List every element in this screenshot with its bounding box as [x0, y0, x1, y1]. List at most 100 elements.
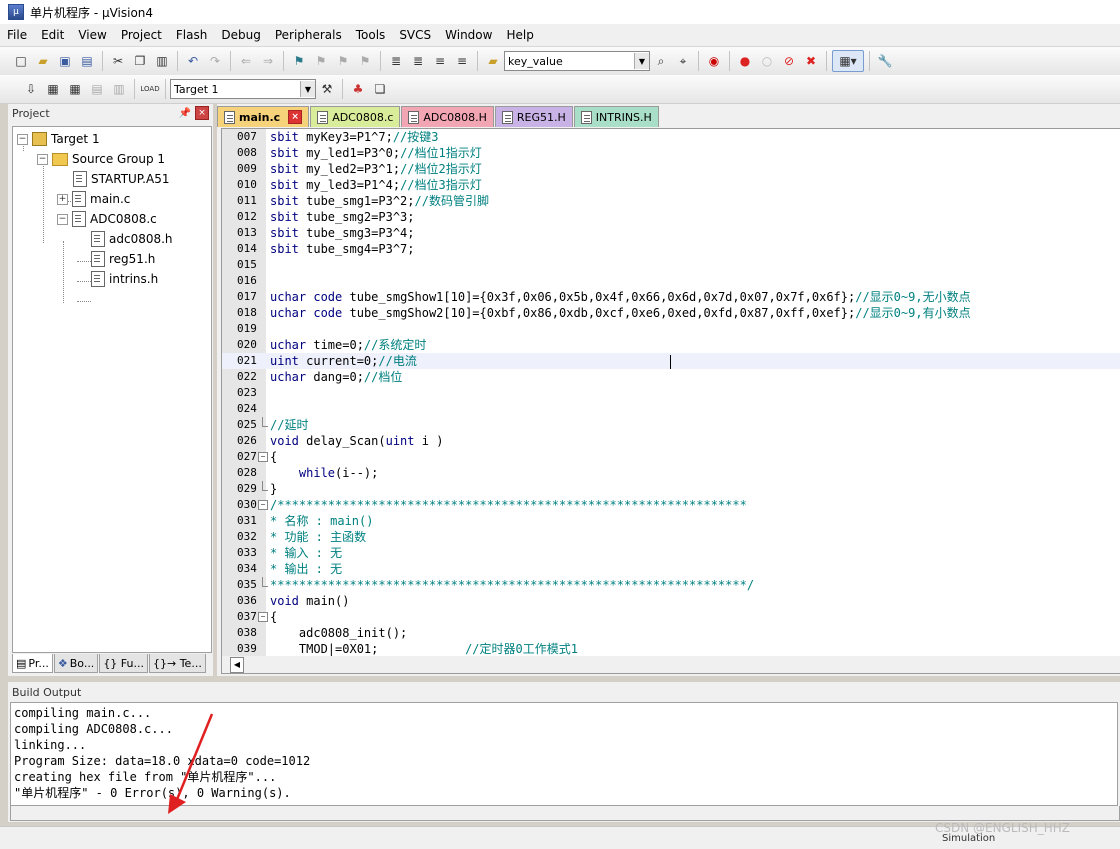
code-line[interactable]: 018 uchar code tube_smgShow2[10]={0xbf,0x… — [222, 305, 1120, 321]
code-line[interactable]: 025 //延时 — [222, 417, 1120, 433]
bookmark-icon[interactable]: ⚑ — [289, 51, 309, 71]
horizontal-scrollbar[interactable]: ◀ — [221, 656, 1120, 674]
stop-build-icon[interactable]: ▥ — [109, 79, 129, 99]
unindent-icon[interactable]: ≣ — [408, 51, 428, 71]
menu-window[interactable]: Window — [438, 28, 499, 42]
code-line[interactable]: 009 sbit my_led2=P3^1;//档位2指示灯 — [222, 161, 1120, 177]
fold-toggle-icon[interactable]: − — [258, 500, 268, 510]
code-line[interactable]: 032 * 功能 : 主函数 — [222, 529, 1120, 545]
code-line[interactable]: 023 — [222, 385, 1120, 401]
chevron-down-icon[interactable]: ▼ — [300, 81, 315, 97]
tree-item-adc0808-h[interactable]: adc0808.h — [91, 229, 173, 249]
undo-icon[interactable]: ↶ — [183, 51, 203, 71]
collapse-icon[interactable]: − — [17, 133, 28, 145]
fold-toggle-icon[interactable]: − — [258, 452, 268, 462]
target-select[interactable]: Target 1 ▼ — [170, 79, 316, 99]
download-load-icon[interactable]: LOAD — [140, 79, 160, 99]
code-line[interactable]: 034 * 输出 : 无 — [222, 561, 1120, 577]
code-line[interactable]: 014 sbit tube_smg4=P3^7; — [222, 241, 1120, 257]
redo-icon[interactable]: ↷ — [205, 51, 225, 71]
menu-file[interactable]: File — [0, 28, 34, 42]
rebuild-icon[interactable]: ▦ — [65, 79, 85, 99]
clear-bookmarks-icon[interactable]: ⚑ — [355, 51, 375, 71]
chevron-down-icon[interactable]: ▼ — [634, 53, 649, 69]
cut-icon[interactable]: ✂ — [108, 51, 128, 71]
open-folder-icon[interactable]: ▰ — [33, 51, 53, 71]
code-line[interactable]: 022 uchar dang=0;//档位 — [222, 369, 1120, 385]
menu-svcs[interactable]: SVCS — [392, 28, 438, 42]
code-line[interactable]: 017 uchar code tube_smgShow1[10]={0x3f,0x… — [222, 289, 1120, 305]
tree-item-startup[interactable]: STARTUP.A51 — [73, 169, 169, 189]
code-line[interactable]: 028 while(i--); — [222, 465, 1120, 481]
code-line[interactable]: 010 sbit my_led3=P1^4;//档位3指示灯 — [222, 177, 1120, 193]
debug-session-icon[interactable]: ◉ — [704, 51, 724, 71]
code-line[interactable]: 030−/***********************************… — [222, 497, 1120, 513]
tab-books[interactable]: ❖ Bo... — [53, 654, 99, 673]
code-line[interactable]: 029} — [222, 481, 1120, 497]
code-line[interactable]: 008 sbit my_led1=P3^0;//档位1指示灯 — [222, 145, 1120, 161]
select-packs-icon[interactable]: ❏ — [370, 79, 390, 99]
code-line[interactable]: 038 adc0808_init(); — [222, 625, 1120, 641]
fold-toggle-icon[interactable]: − — [258, 612, 268, 622]
target-options-icon[interactable]: ⚒ — [317, 79, 337, 99]
menu-help[interactable]: Help — [499, 28, 540, 42]
code-line[interactable]: 026 void delay_Scan(uint i ) — [222, 433, 1120, 449]
paste-icon[interactable]: ▥ — [152, 51, 172, 71]
nav-back-icon[interactable]: ⇐ — [236, 51, 256, 71]
save-icon[interactable]: ▣ — [55, 51, 75, 71]
code-line[interactable]: 033 * 输入 : 无 — [222, 545, 1120, 561]
editor-tab[interactable]: main.c × — [217, 106, 310, 127]
indent-icon[interactable]: ≣ — [386, 51, 406, 71]
kill-breakpoints-icon[interactable]: ✖ — [801, 51, 821, 71]
code-editor[interactable]: 007 sbit myKey3=P1^7;//按键3 008 sbit my_led1… — [221, 128, 1120, 658]
build-icon[interactable]: ▦ — [43, 79, 63, 99]
next-bookmark-icon[interactable]: ⚑ — [333, 51, 353, 71]
copy-icon[interactable]: ❐ — [130, 51, 150, 71]
code-line[interactable]: 016 — [222, 273, 1120, 289]
comment-icon[interactable]: ≡ — [430, 51, 450, 71]
code-line[interactable]: 027−{ — [222, 449, 1120, 465]
expand-icon[interactable]: + — [57, 193, 68, 205]
tree-item-main-c[interactable]: + main.c — [57, 189, 130, 209]
disable-all-breakpoints-icon[interactable]: ⊘ — [779, 51, 799, 71]
code-line[interactable]: 007 sbit myKey3=P1^7;//按键3 — [222, 129, 1120, 145]
code-line[interactable]: 035 *************************************… — [222, 577, 1120, 593]
breakpoint-disable-icon[interactable]: ○ — [757, 51, 777, 71]
tree-item-intrins-h[interactable]: intrins.h — [91, 269, 158, 289]
new-file-icon[interactable]: □ — [11, 51, 31, 71]
close-icon[interactable]: × — [195, 106, 209, 120]
code-line[interactable]: 020 uchar time=0;//系统定时 — [222, 337, 1120, 353]
manage-components-icon[interactable]: ♣ — [348, 79, 368, 99]
uncomment-icon[interactable]: ≡ — [452, 51, 472, 71]
nav-forward-icon[interactable]: ⇒ — [258, 51, 278, 71]
incremental-find-icon[interactable]: ⌖ — [673, 51, 693, 71]
menu-flash[interactable]: Flash — [169, 28, 214, 42]
code-line[interactable]: 031 * 名称 : main() — [222, 513, 1120, 529]
code-line[interactable]: 019 — [222, 321, 1120, 337]
close-tab-icon[interactable]: × — [288, 110, 303, 124]
code-line[interactable]: 024 — [222, 401, 1120, 417]
window-layout-icon[interactable]: ▦▾ — [832, 50, 864, 72]
code-line[interactable]: 011 sbit tube_smg1=P3^2;//数码管引脚 — [222, 193, 1120, 209]
tab-project[interactable]: ▤ Pr... — [12, 654, 53, 673]
save-all-icon[interactable]: ▤ — [77, 51, 97, 71]
editor-tab[interactable]: REG51.H — [494, 106, 573, 127]
batch-build-icon[interactable]: ▤ — [87, 79, 107, 99]
collapse-icon[interactable]: − — [37, 153, 48, 165]
tree-item-adc0808-c[interactable]: − ADC0808.c — [57, 209, 157, 229]
translate-icon[interactable]: ⇩ — [21, 79, 41, 99]
menu-edit[interactable]: Edit — [34, 28, 71, 42]
tree-item-source-group[interactable]: − Source Group 1 — [37, 149, 165, 169]
editor-tab[interactable]: INTRINS.H — [573, 106, 659, 127]
code-line[interactable]: 013 sbit tube_smg3=P3^4; — [222, 225, 1120, 241]
code-line[interactable]: 037−{ — [222, 609, 1120, 625]
pin-icon[interactable]: 📌 — [179, 108, 191, 119]
find-icon[interactable]: ⌕ — [651, 51, 671, 71]
menu-project[interactable]: Project — [114, 28, 169, 42]
code-line[interactable]: 012 sbit tube_smg2=P3^3; — [222, 209, 1120, 225]
menu-debug[interactable]: Debug — [214, 28, 267, 42]
find-combo[interactable]: key_value ▼ — [504, 51, 650, 71]
scroll-left-icon[interactable]: ◀ — [230, 657, 244, 673]
code-line[interactable]: 039 TMOD|=0X01; //定时器0工作模式1 — [222, 641, 1120, 657]
menu-peripherals[interactable]: Peripherals — [268, 28, 349, 42]
